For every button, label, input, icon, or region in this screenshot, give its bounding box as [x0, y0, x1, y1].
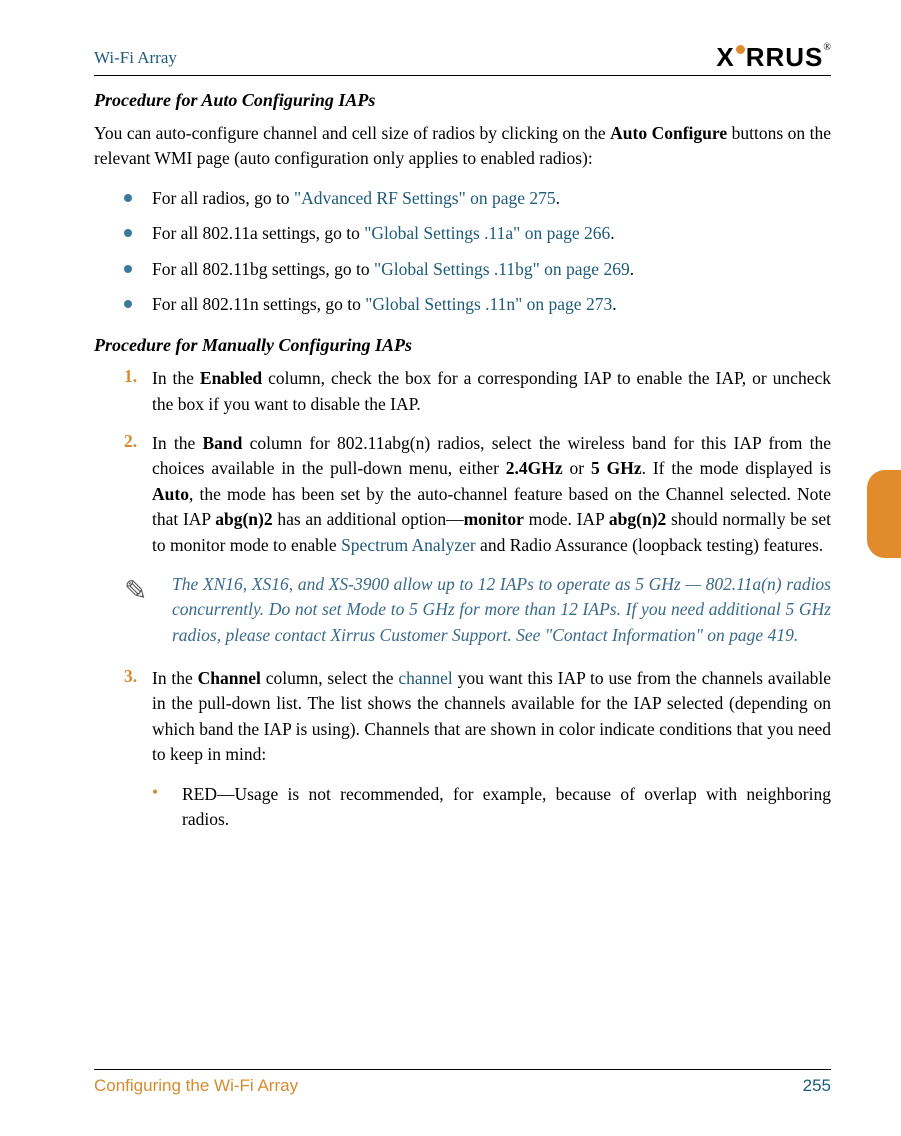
text: For all 802.11n settings, go to — [152, 294, 365, 314]
list-item: For all radios, go to "Advanced RF Setti… — [94, 186, 831, 211]
bold-text: Enabled — [200, 368, 262, 388]
bold-text: Auto Configure — [610, 123, 727, 143]
sub-bullet: • RED—Usage is not recommended, for exam… — [94, 782, 831, 833]
bold-text: 2.4GHz — [506, 458, 563, 478]
step-number: 3. — [94, 666, 152, 768]
text: You can auto-configure channel and cell … — [94, 123, 610, 143]
text: . — [630, 259, 634, 279]
logo-text-right: RRUS — [746, 42, 824, 73]
bold-text: 5 GHz — [591, 458, 642, 478]
bold-text: Channel — [198, 668, 261, 688]
page-footer: Configuring the Wi-Fi Array 255 — [94, 1069, 831, 1096]
text: or — [563, 458, 591, 478]
cross-reference-link[interactable]: "Advanced RF Settings" on page 275 — [294, 188, 556, 208]
document-page: Wi-Fi Array X RRUS ® Procedure for Auto … — [0, 0, 901, 1136]
logo-dot-icon — [736, 45, 745, 54]
list-item: For all 802.11n settings, go to "Global … — [94, 292, 831, 317]
text: For all radios, go to — [152, 188, 294, 208]
step-content: In the Enabled column, check the box for… — [152, 366, 831, 417]
bold-text: abg(n)2 — [609, 509, 666, 529]
text: For all 802.11a settings, go to — [152, 223, 364, 243]
bullet-list: For all radios, go to "Advanced RF Setti… — [94, 186, 831, 318]
note-block: ✎ The XN16, XS16, and XS-3900 allow up t… — [94, 572, 831, 648]
text: has an additional option— — [273, 509, 464, 529]
footer-section-title: Configuring the Wi-Fi Array — [94, 1076, 298, 1096]
note-text: The XN16, XS16, and XS-3900 allow up to … — [172, 572, 831, 648]
text: . If the mode displayed is — [642, 458, 831, 478]
list-item: For all 802.11a settings, go to "Global … — [94, 221, 831, 246]
bullet-dot-icon: • — [152, 782, 182, 833]
logo-text-left: X — [716, 42, 734, 73]
text: and Radio Assurance (loopback testing) f… — [476, 535, 823, 555]
list-item: For all 802.11bg settings, go to "Global… — [94, 257, 831, 282]
page-header: Wi-Fi Array X RRUS ® — [94, 42, 831, 76]
step-number: 1. — [94, 366, 152, 417]
text: In the — [152, 433, 202, 453]
text: column, select the — [261, 668, 398, 688]
step-content: In the Channel column, select the channe… — [152, 666, 831, 768]
step-2: 2. In the Band column for 802.11abg(n) r… — [94, 431, 831, 558]
cross-reference-link[interactable]: "Global Settings .11bg" on page 269 — [374, 259, 630, 279]
bold-text: abg(n)2 — [215, 509, 272, 529]
step-1: 1. In the Enabled column, check the box … — [94, 366, 831, 417]
cross-reference-link[interactable]: channel — [398, 668, 452, 688]
cross-reference-link[interactable]: "Global Settings .11a" on page 266 — [364, 223, 610, 243]
note-icon: ✎ — [124, 572, 172, 648]
section1-body: You can auto-configure channel and cell … — [94, 121, 831, 172]
registered-mark: ® — [823, 42, 831, 53]
brand-logo: X RRUS ® — [716, 42, 831, 73]
step-number: 2. — [94, 431, 152, 558]
section2-heading: Procedure for Manually Configuring IAPs — [94, 335, 831, 356]
text: In the — [152, 368, 200, 388]
section1-heading: Procedure for Auto Configuring IAPs — [94, 90, 831, 111]
step-3: 3. In the Channel column, select the cha… — [94, 666, 831, 768]
text: . — [556, 188, 560, 208]
bold-text: monitor — [464, 509, 524, 529]
text: mode. IAP — [524, 509, 609, 529]
bold-text: Auto — [152, 484, 189, 504]
text: . — [612, 294, 616, 314]
bold-text: Band — [202, 433, 242, 453]
text: For all 802.11bg settings, go to — [152, 259, 374, 279]
page-number: 255 — [803, 1076, 831, 1096]
text: In the — [152, 668, 198, 688]
header-title: Wi-Fi Array — [94, 48, 177, 68]
cross-reference-link[interactable]: Spectrum Analyzer — [341, 535, 476, 555]
sub-bullet-text: RED—Usage is not recommended, for exampl… — [182, 782, 831, 833]
cross-reference-link[interactable]: "Global Settings .11n" on page 273 — [365, 294, 612, 314]
step-content: In the Band column for 802.11abg(n) radi… — [152, 431, 831, 558]
text: . — [610, 223, 614, 243]
